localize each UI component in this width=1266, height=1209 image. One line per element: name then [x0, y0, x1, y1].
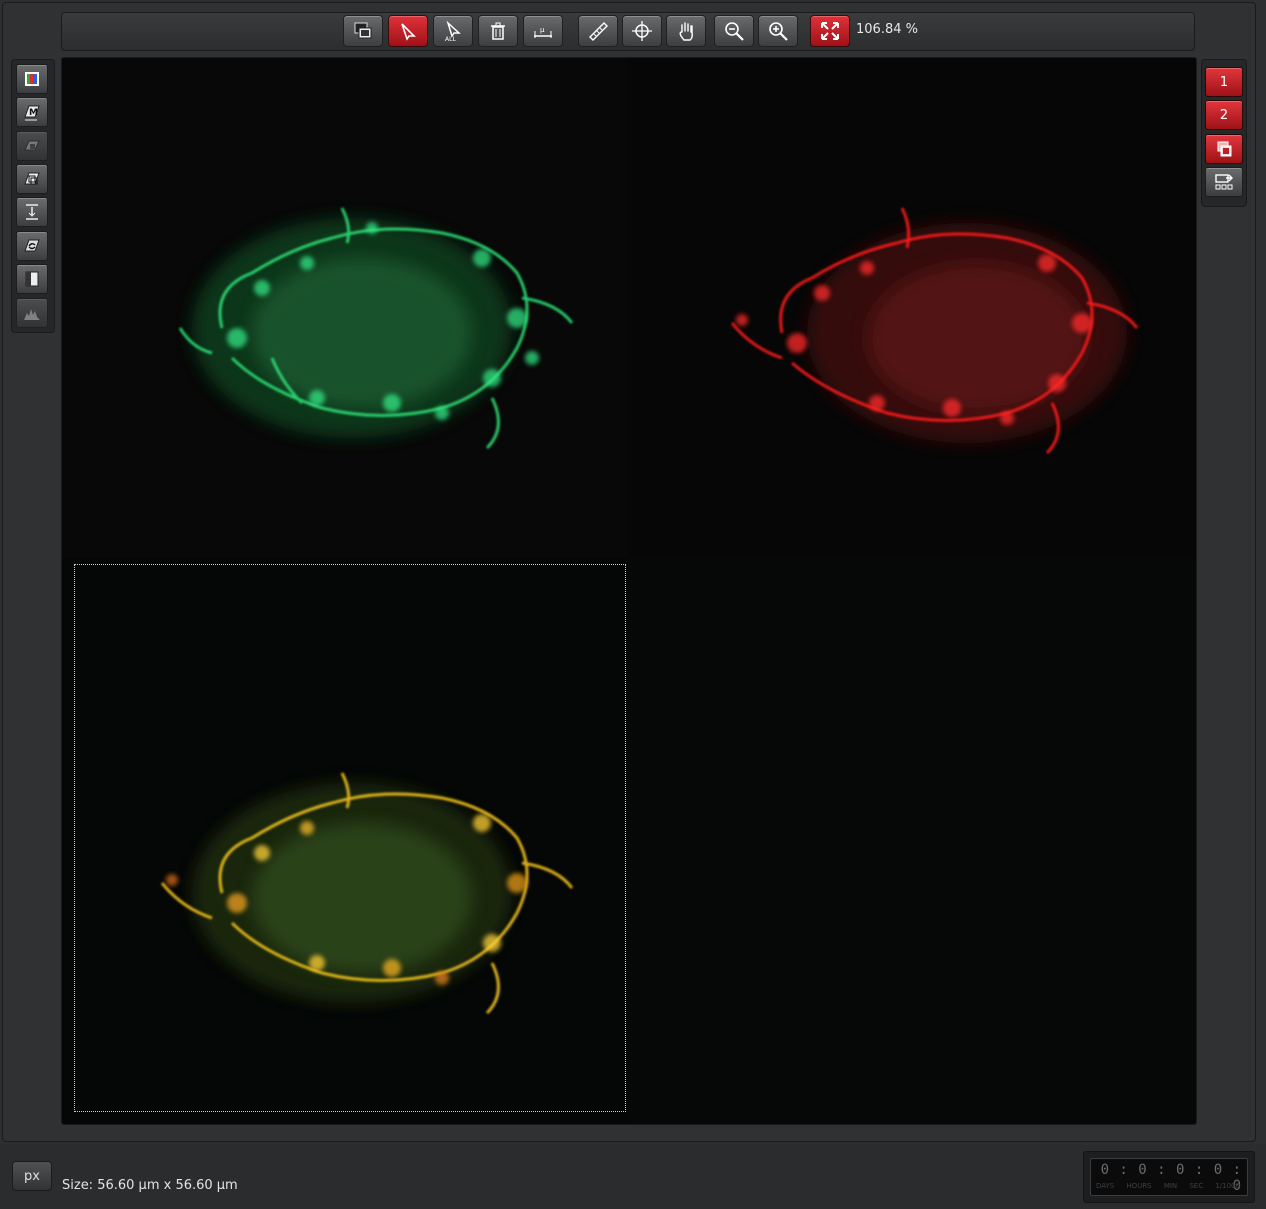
arrow-all-icon: ALL: [445, 20, 461, 42]
dimension-icon: µ: [534, 26, 552, 38]
time-unit-label: 1/1000: [1215, 1182, 1240, 1190]
time-unit-label: MIN: [1163, 1182, 1178, 1190]
stack-button[interactable]: [16, 164, 48, 194]
overlay-copy-button[interactable]: [343, 15, 383, 47]
trash-icon: [491, 22, 505, 40]
hand-icon: [679, 22, 693, 41]
svg-text:ALL: ALL: [445, 36, 456, 42]
channels-icon: [25, 72, 39, 86]
slice-icon: [24, 140, 40, 151]
rotate-icon: [24, 239, 40, 252]
crosshair-icon: [632, 21, 652, 41]
fit-window-icon: [821, 22, 839, 40]
channel-1-button[interactable]: 1: [1205, 67, 1243, 97]
time-unit-label: DAYS: [1096, 1182, 1115, 1190]
time-units: DAYS HOURS MIN SEC 1/1000: [1092, 1182, 1244, 1190]
stack-icon: [24, 172, 40, 185]
time-unit-label: HOURS: [1126, 1182, 1152, 1190]
zoom-in-button[interactable]: [758, 15, 798, 47]
z-step-icon: [26, 204, 38, 220]
histogram-icon: [24, 309, 40, 320]
export-gallery-icon: [1215, 174, 1233, 190]
image-size-label: Size: 56.60 µm x 56.60 µm: [62, 1178, 238, 1193]
select-all-button[interactable]: ALL: [433, 15, 473, 47]
split-view-button[interactable]: [16, 264, 48, 294]
channel-2-button[interactable]: 2: [1205, 100, 1243, 130]
ruler-icon: [589, 22, 608, 41]
svg-text:M: M: [29, 108, 38, 118]
time-unit-label: SEC: [1189, 1182, 1204, 1190]
measure-line-button[interactable]: µ: [523, 15, 563, 47]
select-button[interactable]: [388, 15, 428, 47]
crosshair-button[interactable]: [622, 15, 662, 47]
zoom-out-button[interactable]: [714, 15, 754, 47]
fit-to-window-button[interactable]: [810, 15, 850, 47]
zoom-level: 106.84 %: [856, 22, 918, 37]
selected-image-frame[interactable]: [74, 564, 626, 1112]
overlay-channels-button[interactable]: [1205, 134, 1243, 164]
zoom-in-icon: [769, 22, 788, 41]
overlay-icon: [1217, 141, 1232, 157]
arrow-pointer-icon: [401, 23, 416, 41]
export-gallery-button[interactable]: [1205, 167, 1243, 197]
ruler-button[interactable]: [578, 15, 618, 47]
histogram-button[interactable]: [16, 298, 48, 328]
status-bar: [0, 1144, 1266, 1209]
unit-toggle-button[interactable]: px: [12, 1161, 52, 1191]
channels-button[interactable]: [16, 64, 48, 94]
rotate-button[interactable]: [16, 231, 48, 261]
max-projection-icon: M: [24, 105, 40, 121]
svg-text:µ: µ: [540, 26, 545, 34]
zoom-out-icon: [725, 22, 744, 41]
split-view-icon: [25, 271, 39, 287]
delete-button[interactable]: [478, 15, 518, 47]
slice-button[interactable]: [16, 131, 48, 161]
image-viewer[interactable]: [61, 57, 1197, 1125]
z-step-button[interactable]: [16, 197, 48, 227]
max-projection-button[interactable]: M: [16, 97, 48, 127]
overlay-icon: [354, 22, 372, 39]
pan-button[interactable]: [666, 15, 706, 47]
